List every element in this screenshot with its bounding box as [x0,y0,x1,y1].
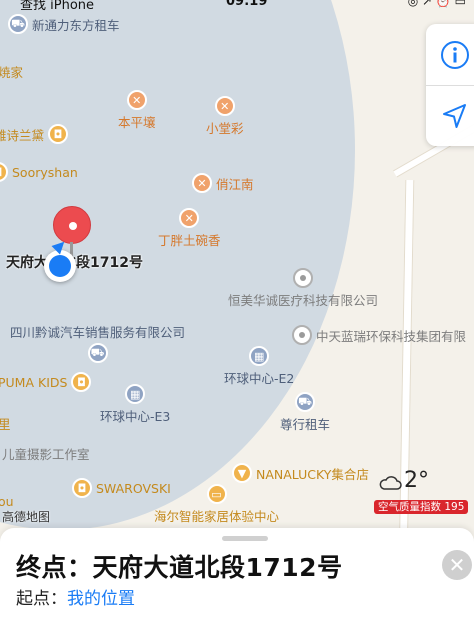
poi-label: 海尔智能家居体验中心 [154,509,280,524]
sheet-grabber[interactable] [222,536,268,541]
gaode-logo: 高德地图 [2,510,51,524]
tv-icon: ▭ [206,484,227,504]
origin-prefix: 起点： [16,589,67,609]
shirt-icon: ▼ [232,463,252,483]
poi-label: 丁胖土碗香 [158,233,221,248]
poi-zunxing[interactable]: ⛟ 尊行租车 [280,392,330,433]
phone-screen: ⛟ 新通力东方租车 焼家 ✕ 本平壤 ✕ 小堂彩 ◘ 雅诗兰黛 ◘ Soorys… [0,0,474,617]
locate-button[interactable] [426,85,474,146]
bag-icon: ◘ [71,372,92,392]
poi-puma-kids[interactable]: ◘ PUMA KIDS [0,372,92,392]
place-icon [292,325,312,345]
info-icon [441,40,469,69]
status-bar: 查找 iPhone 09:19 ◎ ↗ ⏰ ▭ [0,0,474,13]
poi-label: 恒美华诚医疗科技有限公司 [228,293,379,308]
fork-knife-icon: ✕ [214,96,235,116]
destination-title: 终点：天府大道北段1712号 [16,553,343,582]
route-sheet[interactable]: 终点：天府大道北段1712号 起点：我的位置 ✕ [0,528,474,617]
cloud-icon [379,476,402,490]
current-location-dot[interactable] [44,237,76,282]
poi-label: 四川黔诚汽车销售服务有限公司 [10,325,186,340]
poi-label: 中天蓝瑞环保科技集团有限 [316,328,467,344]
poi-hengmei[interactable]: 恒美华诚医疗科技有限公司 [228,268,378,309]
poi-e2[interactable]: ▦ 环球中心-E2 [224,346,294,387]
poi-label: 小堂彩 [206,121,244,136]
car-icon: ⛟ [8,14,28,34]
place-icon [293,268,313,288]
status-icons: ◎ ↗ ⏰ ▭ [407,0,466,8]
poi-label: NANALUCKY集合店 [256,466,369,482]
close-button[interactable]: ✕ [442,550,472,580]
poi-label: 环球中心-E2 [224,371,295,386]
carrier-label: 查找 iPhone [20,0,95,13]
fork-knife-icon: ✕ [192,173,212,193]
poi-label: Sooryshan [12,164,78,180]
location-arrow-icon [443,103,466,128]
bag-icon: ◘ [0,162,8,182]
poi-estee-lauder[interactable]: ◘ 雅诗兰黛 [0,124,69,144]
clock: 09:19 [226,0,268,9]
car-icon: ⛟ [295,392,315,412]
map-controls [426,24,474,146]
poi-label: 雅诗兰黛 [0,127,45,143]
poi-label: PUMA KIDS [0,374,68,390]
poi-qiancheng[interactable]: 四川黔诚汽车销售服务有限公司 ⛟ [10,322,185,363]
location-core [49,255,71,277]
poi-benpingrang[interactable]: ✕ 本平壤 [118,90,156,131]
info-button[interactable] [426,24,474,85]
bag-icon: ◘ [72,478,92,498]
aqi-badge: 空气质量指数 195 [374,500,469,514]
poi-zhongtian[interactable]: 中天蓝瑞环保科技集团有限 [292,325,466,345]
building-icon: ▦ [249,346,270,366]
poi-label: 尊行租车 [280,417,331,432]
poi-label: 新通力东方租车 [32,17,120,33]
edge-label: ou [0,494,14,509]
edge-label: 儿童摄影工作室 [2,447,90,462]
poi-dingpang[interactable]: ✕ 丁胖土碗香 [158,208,221,249]
bag-icon: ◘ [48,124,69,144]
poi-xintongli[interactable]: ⛟ 新通力东方租车 [8,14,120,34]
edge-label: 焼家 [0,65,24,80]
map-view[interactable]: ⛟ 新通力东方租车 焼家 ✕ 本平壤 ✕ 小堂彩 ◘ 雅诗兰黛 ◘ Soorys… [0,0,474,540]
car-icon: ⛟ [87,343,108,363]
close-icon: ✕ [448,553,466,577]
edge-label: 里 [0,417,11,432]
poi-haier[interactable]: ▭ 海尔智能家居体验中心 [154,484,279,525]
poi-nanalucky[interactable]: ▼ NANALUCKY集合店 [232,463,369,483]
building-icon: ▦ [125,384,146,404]
poi-label: 本平壤 [118,115,156,130]
weather-widget[interactable]: 2° 空气质量指数 195 [374,468,474,516]
poi-label: 环球中心-E3 [100,409,171,424]
origin-row: 起点：我的位置 [16,584,135,609]
poi-qiaojiangnan[interactable]: ✕ 俏江南 [192,173,254,193]
fork-knife-icon: ✕ [126,90,147,110]
poi-label: 俏江南 [216,176,254,192]
poi-sooryshan[interactable]: ◘ Sooryshan [0,162,78,182]
origin-link[interactable]: 我的位置 [67,589,135,609]
temperature: 2° [404,468,429,493]
fork-knife-icon: ✕ [179,208,200,228]
poi-xiaotangcai[interactable]: ✕ 小堂彩 [206,96,244,137]
poi-e3[interactable]: ▦ 环球中心-E3 [100,384,170,425]
